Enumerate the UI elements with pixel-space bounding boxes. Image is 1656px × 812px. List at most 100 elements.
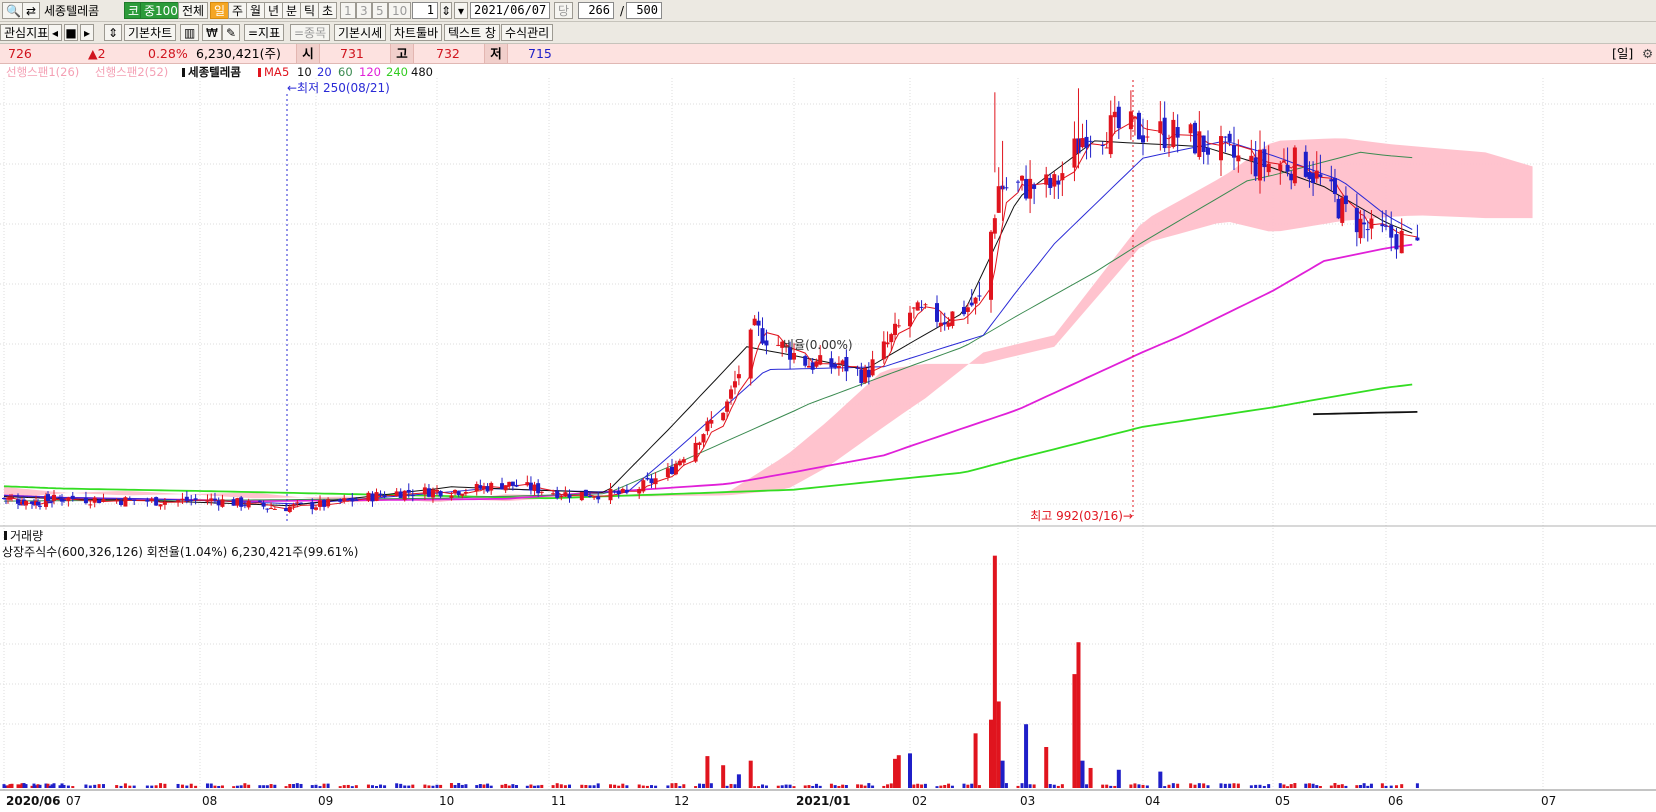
volume-bar <box>62 784 66 788</box>
period-month-button[interactable]: 월 <box>246 2 266 19</box>
volume-bar <box>1307 783 1311 788</box>
candle-body <box>149 498 154 502</box>
volume-bar <box>489 785 493 788</box>
candle-body <box>1141 135 1145 143</box>
indicator-button[interactable]: =지표 <box>244 24 285 41</box>
interest-indicator-button[interactable]: 관심지표 <box>0 24 53 41</box>
basic-chart-button[interactable]: 기본차트 <box>124 24 177 41</box>
period-day-button[interactable]: 일 <box>210 2 230 19</box>
stock-name[interactable]: 세종텔레콤 <box>44 3 99 19</box>
candle-body <box>430 489 435 498</box>
volume-bar <box>1076 642 1081 788</box>
candle-body <box>620 488 625 493</box>
candle-body <box>62 499 66 501</box>
volume-bar <box>536 785 540 788</box>
candle-body <box>265 508 270 510</box>
date-mode-label: 당 <box>554 2 574 19</box>
price-change-pct: 0.28% <box>148 46 188 61</box>
volume-bar <box>678 786 682 788</box>
stock-chart[interactable]: ←최저 250(08/21) 최고 992(03/16)→ 비율(0.00%) … <box>0 64 1656 812</box>
tools-button[interactable]: ✎ <box>222 24 241 41</box>
volume-bar <box>818 785 822 788</box>
candle-body <box>624 489 629 493</box>
chart-toolbar-button[interactable]: 차트툴바 <box>390 24 443 41</box>
candle-body <box>220 499 225 507</box>
volume-bar <box>273 784 277 788</box>
period-minute-button[interactable]: 분 <box>282 2 302 19</box>
currency-button[interactable]: ₩ <box>202 24 222 41</box>
volume-bar <box>504 783 508 788</box>
ma240-line <box>3 383 1413 500</box>
volume-bar <box>529 784 533 788</box>
candle-body <box>965 307 970 312</box>
period-tick-button[interactable]: 틱 <box>300 2 320 19</box>
candle-body <box>322 499 327 507</box>
high-annotation: 최고 992(03/16)→ <box>1030 509 1133 523</box>
candle-body <box>154 497 159 506</box>
scroll-right-button[interactable]: ▸ <box>80 24 94 41</box>
candle-body <box>977 295 982 297</box>
volume-bar <box>1193 784 1197 788</box>
high-price: 732 <box>436 46 460 61</box>
item-button[interactable]: =종목 <box>290 24 331 41</box>
volume-bar <box>592 785 596 788</box>
date-input[interactable]: 2021/06/07 <box>470 2 550 19</box>
candle-body <box>193 498 198 500</box>
volume-bar <box>666 785 670 788</box>
swap-button[interactable]: ⇄ <box>22 2 41 19</box>
candle-body <box>563 492 568 497</box>
legend-ma480: 480 <box>411 65 433 79</box>
date-axis: 2020/06 07 08 09 10 11 12 2021/01 02 03 04 05 06 07 <box>6 794 1556 808</box>
candle-body <box>732 381 737 388</box>
ratio-annotation: 비율(0.00%) <box>783 338 853 352</box>
candle-body <box>1314 170 1319 179</box>
period-second-button[interactable]: 초 <box>318 2 338 19</box>
x-tick-label: 09 <box>318 794 333 808</box>
candle-body <box>1158 121 1163 134</box>
text-window-button[interactable]: 텍스트 창 <box>444 24 500 41</box>
volume-bar <box>1113 785 1117 788</box>
count-current-input[interactable]: 266 <box>578 2 614 19</box>
period-week-button[interactable]: 주 <box>228 2 248 19</box>
interval-spin-button[interactable]: ⇕ <box>440 2 452 19</box>
candle-body <box>46 494 50 501</box>
date-dropdown-button[interactable]: ▾ <box>454 2 468 19</box>
candle-body <box>1311 173 1316 184</box>
number-button[interactable]: ⇕ <box>104 24 123 41</box>
volume-bar <box>326 783 330 788</box>
candle-body <box>583 489 588 497</box>
formula-manage-button[interactable]: 수식관리 <box>501 24 554 41</box>
basic-quote-button[interactable]: 기본시세 <box>334 24 387 41</box>
volume-bar <box>920 784 924 788</box>
legend-ma60: 60 <box>338 65 353 79</box>
candle-body <box>295 502 300 504</box>
candle-body <box>123 497 128 507</box>
interval-5-button[interactable]: 5 <box>372 2 388 19</box>
volume-bar <box>1249 785 1253 788</box>
volume-bar <box>439 784 443 788</box>
volume-bar <box>784 784 788 788</box>
volume-bar <box>1189 783 1193 788</box>
settings-gear-icon[interactable]: ⚙ <box>1642 46 1653 62</box>
candle-body <box>1303 151 1308 177</box>
stop-icon: ■ <box>65 26 77 40</box>
scroll-stop-button[interactable]: ■ <box>64 24 78 41</box>
moving-average-lines <box>3 115 1418 510</box>
candle-body <box>693 442 698 462</box>
interval-10-button[interactable]: 10 <box>388 2 412 19</box>
legend-span2: 선행스팬2(52) <box>95 65 168 79</box>
volume-bar <box>457 783 461 788</box>
interval-1-button[interactable]: 1 <box>340 2 356 19</box>
candle-body <box>938 322 943 327</box>
candle-body <box>946 322 951 327</box>
interval-input[interactable]: 1 <box>412 2 438 19</box>
candle-body <box>840 360 845 365</box>
legend-ma-label: MA <box>264 65 282 79</box>
period-year-button[interactable]: 년 <box>264 2 284 19</box>
candle-body <box>478 485 483 489</box>
interval-3-button[interactable]: 3 <box>356 2 372 19</box>
scroll-left-button[interactable]: ◂ <box>48 24 62 41</box>
chart-type-button[interactable]: ▥ <box>180 24 200 41</box>
count-total-input[interactable]: 500 <box>626 2 662 19</box>
period-all-button[interactable]: 전체 <box>178 2 209 19</box>
